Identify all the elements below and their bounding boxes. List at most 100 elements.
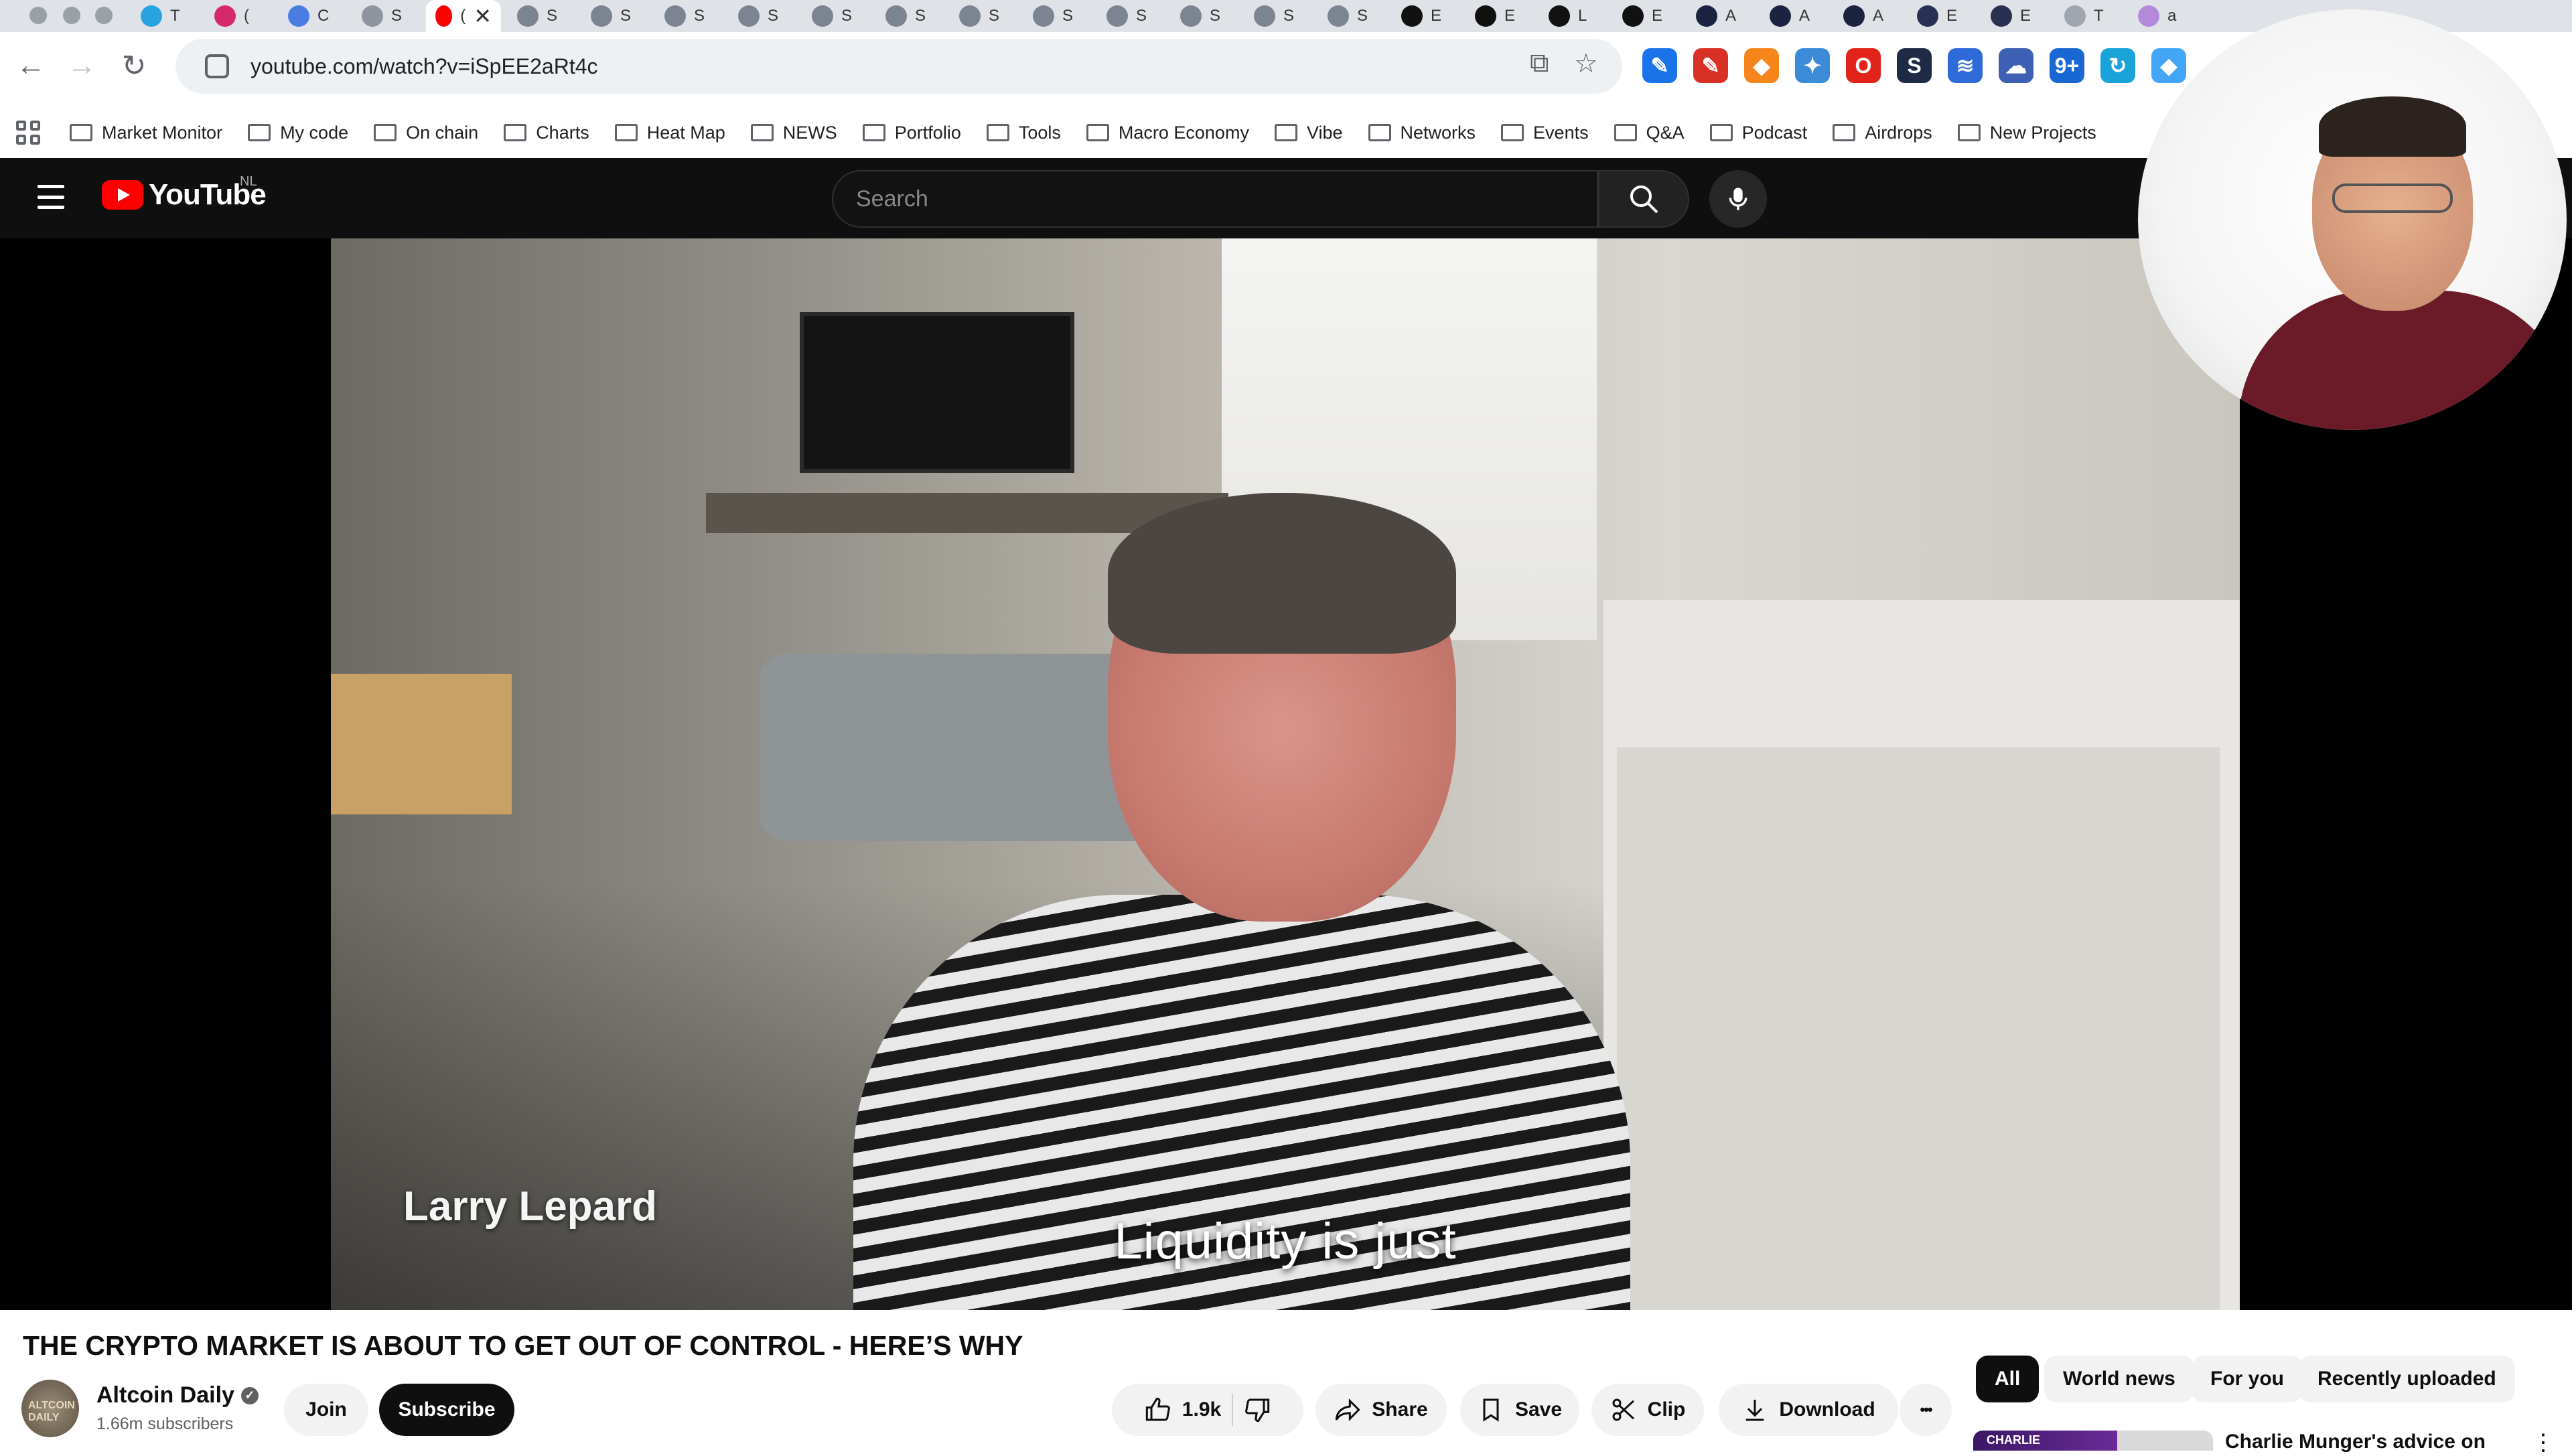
forward-button[interactable]: →	[58, 40, 106, 91]
browser-tab[interactable]: (✕	[426, 0, 501, 32]
browser-tab[interactable]: E	[1908, 0, 1967, 32]
channel-avatar[interactable]: ALTCOIN DAILY	[21, 1380, 79, 1437]
browser-tab[interactable]: E	[1466, 0, 1524, 32]
clip-button[interactable]: Clip	[1591, 1384, 1704, 1436]
save-button[interactable]: Save	[1460, 1384, 1579, 1436]
arrow-left-icon: ←	[16, 49, 46, 82]
s-extension-icon[interactable]: S	[1897, 48, 1932, 83]
close-tab-icon[interactable]: ✕	[474, 3, 492, 29]
browser-tab[interactable]: A	[1760, 0, 1819, 32]
site-info-icon[interactable]	[205, 54, 229, 78]
browser-tab[interactable]: S	[655, 0, 714, 32]
dislike-button[interactable]	[1244, 1396, 1271, 1423]
bookmark-folder[interactable]: Networks	[1368, 123, 1476, 143]
search-button[interactable]	[1598, 170, 1689, 228]
channel-name[interactable]: Altcoin Daily ✓	[96, 1382, 259, 1408]
tab-title: S	[694, 7, 705, 25]
bookmark-folder[interactable]: Podcast	[1709, 123, 1807, 143]
browser-tab[interactable]: E	[1981, 0, 2040, 32]
browser-tab[interactable]: S	[352, 0, 411, 32]
more-vertical-icon[interactable]: ⋮	[2532, 1429, 2555, 1456]
filter-chip[interactable]: Recently uploaded	[2299, 1356, 2515, 1402]
video-frame[interactable]: Larry Lepard Liquidity is just	[331, 238, 2240, 1310]
badge-extension-icon[interactable]: 9+	[2050, 48, 2084, 83]
bookmark-folder[interactable]: Tools	[986, 123, 1061, 143]
metamask-icon[interactable]: ◆	[1744, 48, 1779, 83]
browser-tab[interactable]: S	[508, 0, 567, 32]
bookmark-folder[interactable]: Vibe	[1274, 122, 1343, 143]
video-player[interactable]: Larry Lepard Liquidity is just	[0, 238, 2572, 1310]
bookmark-folder[interactable]: On chain	[374, 123, 478, 143]
close-window-button[interactable]	[29, 7, 47, 24]
filter-chip[interactable]: World news	[2044, 1356, 2194, 1402]
install-app-icon[interactable]: ⧉	[1530, 48, 1549, 78]
filter-chip[interactable]: All	[1976, 1356, 2040, 1402]
browser-tab[interactable]: A	[1834, 0, 1893, 32]
pen-icon[interactable]: ✎	[1642, 48, 1677, 83]
browser-tab[interactable]: a	[2129, 0, 2186, 32]
tab-title: E	[1652, 7, 1663, 25]
recommended-video-title[interactable]: Charlie Munger's advice on	[2225, 1431, 2486, 1453]
bookmark-folder[interactable]: My code	[248, 123, 348, 143]
browser-tab[interactable]: E	[1392, 0, 1451, 32]
browser-tab[interactable]: S	[1171, 0, 1230, 32]
youtube-logo[interactable]: YouTube NL	[102, 174, 267, 212]
browser-tab[interactable]: (	[205, 0, 259, 32]
menu-icon[interactable]	[38, 185, 64, 209]
bookmark-label: Vibe	[1306, 122, 1343, 143]
bookmark-folder[interactable]: NEWS	[750, 123, 837, 143]
address-bar[interactable]: youtube.com/watch?v=iSpEE2aRt4c	[175, 39, 1622, 94]
join-button[interactable]: Join	[284, 1384, 368, 1436]
more-actions-button[interactable]: •••	[1900, 1384, 1952, 1436]
bookmark-folder[interactable]: Events	[1501, 123, 1589, 143]
bookmark-folder[interactable]: Q&A	[1614, 123, 1685, 143]
browser-tab[interactable]: S	[876, 0, 935, 32]
opera-icon[interactable]: O	[1846, 48, 1881, 83]
maximize-window-button[interactable]	[95, 7, 113, 24]
webcam-overlay	[2138, 9, 2567, 430]
voice-search-button[interactable]	[1709, 170, 1767, 228]
browser-tab[interactable]: A	[1687, 0, 1745, 32]
like-button[interactable]: 1.9k	[1145, 1396, 1221, 1423]
diamond-icon[interactable]: ◆	[2151, 48, 2186, 83]
browser-tab[interactable]: L	[1539, 0, 1596, 32]
browser-tab[interactable]: T	[131, 0, 190, 32]
browser-tab[interactable]: S	[729, 0, 788, 32]
share-button[interactable]: Share	[1315, 1384, 1447, 1436]
bookmark-star-icon[interactable]: ☆	[1574, 48, 1598, 79]
search-placeholder: Search	[856, 186, 928, 212]
apps-grid-icon[interactable]	[16, 121, 40, 145]
browser-tab[interactable]: T	[2055, 0, 2113, 32]
reload-button[interactable]: ↻	[110, 40, 158, 91]
download-button[interactable]: Download	[1719, 1384, 1898, 1436]
browser-tab[interactable]: S	[1097, 0, 1156, 32]
browser-tab[interactable]: S	[950, 0, 1009, 32]
bookmark-folder[interactable]: Charts	[504, 123, 589, 143]
video-speaker	[853, 493, 1630, 1310]
browser-tab[interactable]: S	[1244, 0, 1303, 32]
bookmark-folder[interactable]: Macro Economy	[1086, 123, 1249, 143]
browser-tab[interactable]: C	[279, 0, 338, 32]
search-input[interactable]: Search	[832, 170, 1598, 228]
bookmark-folder[interactable]: Market Monitor	[70, 123, 222, 143]
browser-tab[interactable]: S	[1318, 0, 1377, 32]
bookmark-folder[interactable]: Heat Map	[614, 123, 725, 143]
bookmark-folder[interactable]: Airdrops	[1833, 123, 1932, 143]
browser-tab[interactable]: S	[581, 0, 640, 32]
youtube-icon	[435, 5, 453, 27]
recommended-thumbnail[interactable]: CHARLIE	[1973, 1431, 2213, 1451]
subscribe-button[interactable]: Subscribe	[379, 1384, 514, 1436]
layers-icon[interactable]: ≋	[1948, 48, 1983, 83]
browser-tab[interactable]: E	[1613, 0, 1672, 32]
browser-tab[interactable]: S	[1023, 0, 1082, 32]
bookmark-folder[interactable]: Portfolio	[862, 123, 961, 143]
browser-tab[interactable]: S	[802, 0, 861, 32]
back-button[interactable]: ←	[7, 40, 55, 91]
minimize-window-button[interactable]	[63, 7, 80, 24]
bookmark-folder[interactable]: New Projects	[1957, 123, 2096, 143]
filter-chip[interactable]: For you	[2192, 1356, 2303, 1402]
extension-blue-icon[interactable]: ✦	[1795, 48, 1830, 83]
red-pen-icon[interactable]: ✎	[1693, 48, 1728, 83]
cloud-icon[interactable]: ☁	[1999, 48, 2033, 83]
refresh-extension-icon[interactable]: ↻	[2100, 48, 2135, 83]
